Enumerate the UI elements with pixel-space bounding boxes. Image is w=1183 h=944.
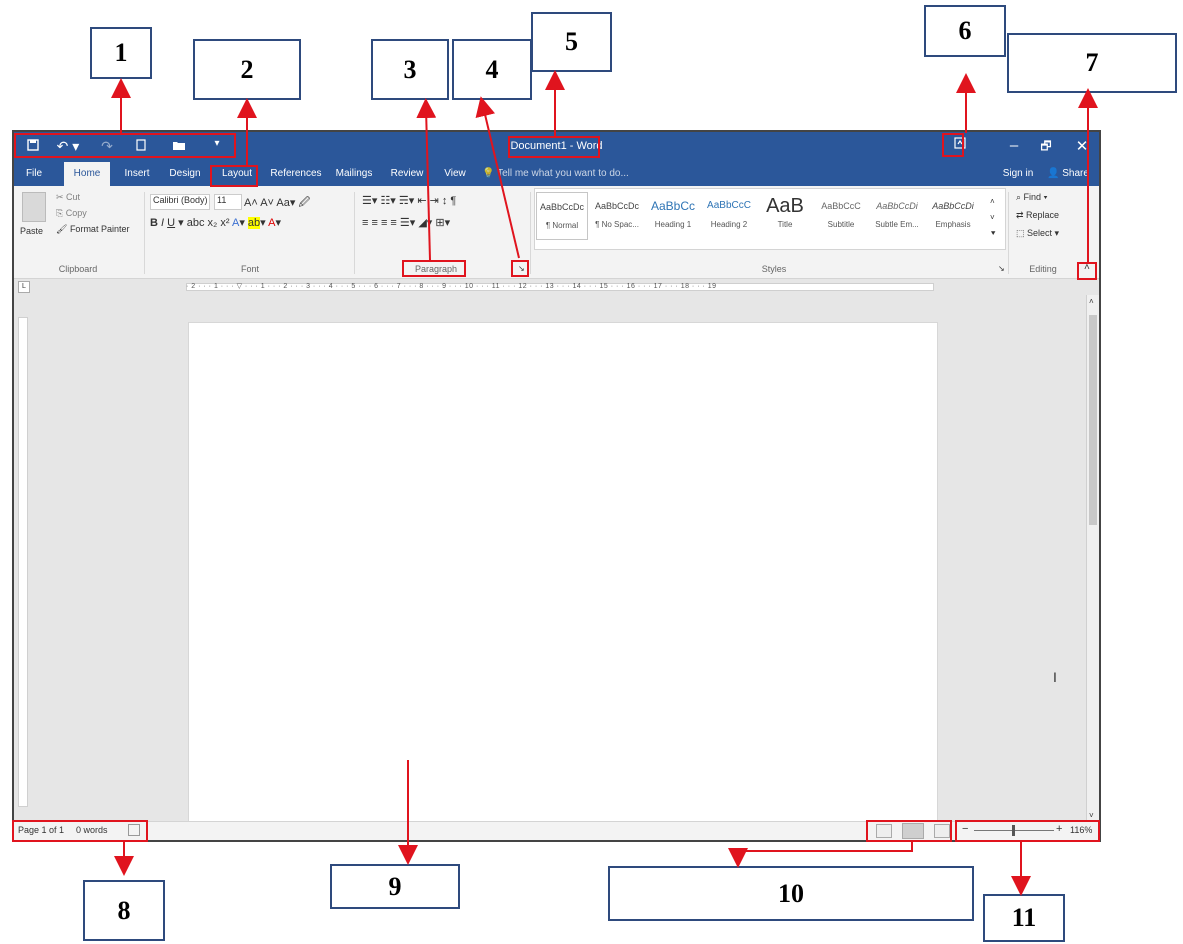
arrow-10 <box>728 842 913 868</box>
arrow-3 <box>416 98 437 261</box>
arrow-4 <box>475 96 520 259</box>
callout-arrows <box>111 70 1098 896</box>
